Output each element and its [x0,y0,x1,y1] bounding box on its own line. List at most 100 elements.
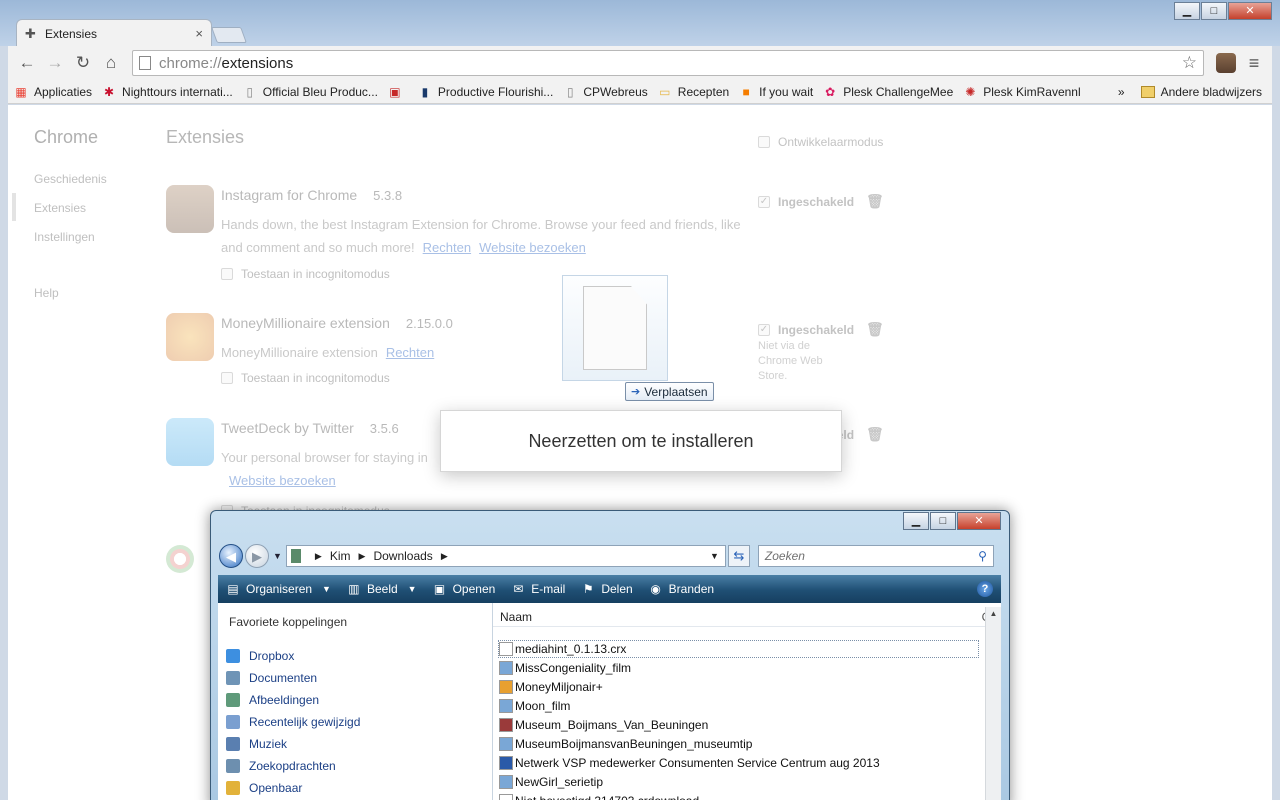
file-item[interactable]: Niet bevestigd 314703.crdownload [499,792,699,800]
bookmark-item[interactable]: ▭ Recepten [658,85,729,99]
minimize-button[interactable]: ▁ [903,512,929,530]
chevron-right-icon[interactable]: ▶ [315,551,322,562]
close-window-button[interactable]: ✕ [957,512,1001,530]
refresh-icon[interactable]: ⇆ [727,545,750,567]
checkbox[interactable] [221,268,233,280]
command-beeld[interactable]: ▥ Beeld ▼ [347,582,417,596]
file-item[interactable]: Moon_film [499,697,570,715]
bookmark-label: Official Bleu Produc... [262,84,378,99]
favorite-link[interactable]: Afbeeldingen [226,693,319,707]
other-bookmarks[interactable]: Andere bladwijzers [1161,85,1262,99]
breadcrumb[interactable]: ▶ Kim ▶ Downloads ▶ ▼ [285,545,726,567]
nav-history[interactable]: Geschiedenis [34,172,107,186]
enabled-toggle[interactable]: ✓ Ingeschakeld 🗑 [758,193,884,210]
enabled-toggle[interactable]: ✓ Ingeschakeld 🗑 [758,321,884,338]
maximize-button[interactable]: □ [1201,2,1227,20]
favorite-link[interactable]: Documenten [226,671,317,685]
checkbox[interactable] [221,372,233,384]
file-item[interactable]: Netwerk VSP medewerker Consumenten Servi… [499,754,880,772]
back-arrow-icon[interactable]: ← [14,50,40,76]
file-item[interactable]: mediahint_0.1.13.crx [498,640,979,658]
bookmark-item[interactable]: ▯ CPWebreus [563,85,648,99]
bookmark-item[interactable]: ✺ Plesk KimRavennl [963,85,1080,99]
permissions-link[interactable]: Rechten [423,240,471,255]
bookmark-star-icon[interactable]: ☆ [1182,53,1197,73]
nav-extensions[interactable]: Extensies [34,201,86,215]
file-item[interactable]: NewGirl_serietip [499,773,603,791]
drop-to-install-overlay[interactable]: Neerzetten om te installeren [440,410,842,472]
file-item[interactable]: MuseumBoijmansvanBeuningen_museumtip [499,735,752,753]
favorite-link[interactable]: Muziek [226,737,287,751]
checkbox[interactable] [758,136,770,148]
breadcrumb-item[interactable]: Kim [330,549,351,563]
tab-close-icon[interactable]: × [195,26,203,41]
command-organiseren[interactable]: ▤ Organiseren ▼ [226,582,331,596]
favorite-link[interactable]: Openbaar [226,781,302,795]
command-openen[interactable]: ▣ Openen [433,582,495,596]
bookmark-item[interactable]: ■ If you wait [739,84,814,99]
developer-mode-toggle[interactable]: Ontwikkelaarmodus [758,135,883,149]
trash-icon[interactable]: 🗑 [866,426,884,443]
chevron-right-icon[interactable]: ▶ [441,551,448,562]
instagram-extension-icon[interactable] [1216,53,1236,73]
search-input[interactable]: Zoeken ⚲ [757,545,994,567]
chevron-down-icon[interactable]: ▼ [322,584,331,594]
chevron-down-icon[interactable]: ▼ [710,551,719,561]
file-item[interactable]: MoneyMiljonair+ [499,678,603,696]
folder-icon [1140,85,1155,98]
trash-icon[interactable]: 🗑 [866,321,884,338]
command-branden[interactable]: ◉ Branden [649,582,714,596]
breadcrumb-item[interactable]: Downloads [373,549,432,563]
address-bar[interactable]: chrome:// extensions ☆ [132,50,1204,76]
menu-icon[interactable]: ≡ [1242,53,1266,74]
forward-arrow-icon[interactable]: ▶ [245,544,269,568]
minimize-button[interactable]: ▁ [1174,2,1200,20]
home-icon[interactable]: ⌂ [98,50,124,76]
bookmark-item[interactable]: ▦ Applicaties [14,85,92,99]
folder-icon [226,781,240,795]
maximize-button[interactable]: □ [930,512,956,530]
checkbox-checked[interactable]: ✓ [758,323,770,336]
favorite-link[interactable]: Dropbox [226,649,294,663]
bookmarks-overflow-button[interactable]: » [1118,85,1125,99]
nav-settings[interactable]: Instellingen [34,230,95,244]
tab-extensions[interactable]: ✚ Extensies × [16,19,212,47]
extension-name: Instagram for Chrome [221,187,358,203]
bookmark-item[interactable]: ▯ Official Bleu Produc... [243,84,378,99]
command-email[interactable]: ✉ E-mail [511,582,565,596]
incognito-toggle[interactable]: Toestaan in incognitomodus [221,267,390,281]
incognito-toggle[interactable]: Toestaan in incognitomodus [221,371,390,385]
back-arrow-icon[interactable]: ◀ [219,544,243,568]
close-window-button[interactable]: ✕ [1228,2,1272,20]
command-delen[interactable]: ⚑ Delen [581,582,633,596]
favorite-link[interactable]: Recentelijk gewijzigd [226,715,360,729]
chevron-down-icon[interactable]: ▼ [408,584,417,594]
bookmark-item[interactable]: ▣ [388,85,408,99]
history-dropdown-icon[interactable]: ▼ [273,551,282,561]
file-item[interactable]: MissCongeniality_film [499,659,631,677]
column-header-name[interactable]: Naam G [493,607,991,627]
favorite-link[interactable]: Zoekopdrachten [226,759,336,773]
command-label: Organiseren [246,582,313,596]
permissions-link[interactable]: Rechten [386,345,434,360]
checkbox-checked[interactable]: ✓ [758,195,770,208]
bookmark-item[interactable]: ✱ Nighttours internati... [102,85,233,99]
blogger-icon: ■ [742,84,750,99]
bookmark-item[interactable]: ▮ Productive Flourishi... [418,85,554,99]
new-tab-button[interactable] [211,27,247,43]
help-icon[interactable]: ? [977,581,993,597]
visit-website-link[interactable]: Website bezoeken [229,473,336,488]
bookmark-item[interactable]: ✿ Plesk ChallengeMee [823,85,953,99]
window-controls: ▁ □ ✕ [1174,2,1272,20]
visit-website-link[interactable]: Website bezoeken [479,240,586,255]
forward-arrow-icon[interactable]: → [42,50,68,76]
reload-icon[interactable]: ↻ [70,50,96,76]
trash-icon[interactable]: 🗑 [866,193,884,210]
nav-help[interactable]: Help [34,286,59,300]
chevron-right-icon[interactable]: ▶ [359,551,366,562]
search-icon[interactable]: ⚲ [978,549,987,563]
vertical-scrollbar[interactable]: ▲ [985,607,1001,800]
star-icon: ✱ [104,84,115,99]
scroll-up-icon[interactable]: ▲ [986,607,1001,621]
file-item[interactable]: Museum_Boijmans_Van_Beuningen [499,716,708,734]
